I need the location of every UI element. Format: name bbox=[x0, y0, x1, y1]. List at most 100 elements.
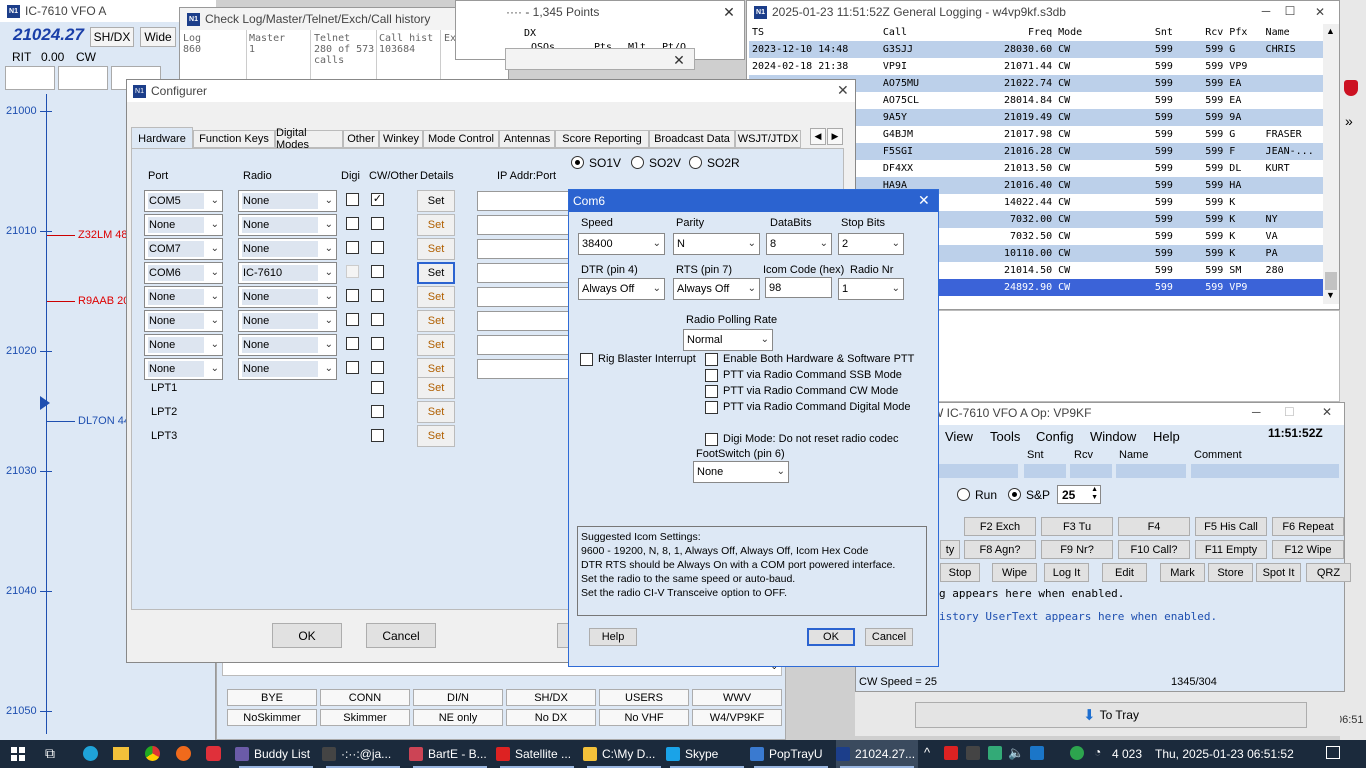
taskbar-app[interactable]: Skype bbox=[666, 740, 748, 768]
tab-antennas[interactable]: Antennas bbox=[499, 130, 555, 148]
menu-view[interactable]: View bbox=[945, 429, 973, 444]
cluster-command-button[interactable]: DI/N bbox=[413, 689, 503, 706]
so-radio[interactable] bbox=[631, 156, 644, 169]
fkey-button[interactable]: F9 Nr? bbox=[1041, 540, 1113, 559]
radio-select[interactable]: None ⌄ bbox=[238, 214, 337, 236]
table-header[interactable]: Name bbox=[1263, 24, 1323, 41]
details-set-button[interactable]: Set bbox=[417, 214, 455, 236]
so-radio[interactable] bbox=[689, 156, 702, 169]
fkey-button[interactable]: F3 Tu bbox=[1041, 517, 1113, 536]
firefox-icon[interactable] bbox=[176, 746, 191, 761]
taskbar-app[interactable]: PopTrayU bbox=[750, 740, 832, 768]
radio-select[interactable]: None ⌄ bbox=[238, 358, 337, 380]
cw-other-checkbox[interactable] bbox=[371, 381, 384, 394]
maximize-icon[interactable]: ☐ bbox=[1284, 405, 1295, 419]
sp-radio[interactable] bbox=[1008, 488, 1021, 501]
action-button[interactable]: Spot It bbox=[1256, 563, 1301, 582]
port-select[interactable]: None ⌄ bbox=[144, 358, 223, 380]
port-select[interactable]: None ⌄ bbox=[144, 310, 223, 332]
menu-tools[interactable]: Tools bbox=[990, 429, 1020, 444]
digi-checkbox[interactable] bbox=[346, 337, 359, 350]
cluster-command-button[interactable]: USERS bbox=[599, 689, 689, 706]
tray-app-icon[interactable] bbox=[988, 746, 1002, 760]
vfo-marker-icon[interactable] bbox=[40, 396, 50, 410]
wifi-icon[interactable]: ◔ bbox=[1094, 745, 1101, 759]
to-tray-button[interactable]: ⬇ To Tray bbox=[915, 702, 1307, 728]
cw-other-checkbox[interactable]: ✓ bbox=[371, 193, 384, 206]
taskbar-app[interactable]: Buddy List bbox=[235, 740, 317, 768]
databits-select[interactable]: 8 ⌄ bbox=[766, 233, 832, 255]
close-icon[interactable]: ✕ bbox=[837, 82, 849, 99]
table-header[interactable]: Pfx bbox=[1226, 24, 1262, 41]
action-button[interactable]: Stop bbox=[940, 563, 980, 582]
com6-cancel-button[interactable]: Cancel bbox=[865, 628, 913, 646]
cw-other-checkbox[interactable] bbox=[371, 337, 384, 350]
so-radio[interactable] bbox=[571, 156, 584, 169]
tab-mode-control[interactable]: Mode Control bbox=[423, 130, 499, 148]
radio-select[interactable]: IC-7610 ⌄ bbox=[238, 262, 337, 284]
taskbar-app[interactable]: 21024.27... bbox=[836, 740, 918, 768]
fkey-button[interactable]: F12 Wipe bbox=[1272, 540, 1344, 559]
cluster-command-button[interactable]: No VHF bbox=[599, 709, 689, 726]
fkey-button[interactable]: F6 Repeat bbox=[1272, 517, 1344, 536]
taskbar-app[interactable]: ·:··:@ja... bbox=[322, 740, 404, 768]
cw-other-checkbox[interactable] bbox=[371, 241, 384, 254]
vfo-memory-box-1[interactable] bbox=[5, 66, 55, 90]
com6-ok-button[interactable]: OK bbox=[807, 628, 855, 646]
details-set-button[interactable]: Set bbox=[417, 190, 455, 212]
radio-select[interactable]: None ⌄ bbox=[238, 238, 337, 260]
port-select[interactable]: COM5 ⌄ bbox=[144, 190, 223, 212]
tab-broadcast-data[interactable]: Broadcast Data bbox=[649, 130, 735, 148]
digi-checkbox[interactable] bbox=[346, 313, 359, 326]
rts-select[interactable]: Always Off ⌄ bbox=[673, 278, 760, 300]
table-header[interactable]: Freq bbox=[977, 24, 1056, 41]
menu-window[interactable]: Window bbox=[1090, 429, 1136, 444]
cluster-command-button[interactable]: No DX bbox=[506, 709, 596, 726]
radio-select[interactable]: None ⌄ bbox=[238, 190, 337, 212]
tab-score-reporting[interactable]: Score Reporting bbox=[555, 130, 649, 148]
port-select[interactable]: None ⌄ bbox=[144, 214, 223, 236]
tray-app-icon[interactable] bbox=[966, 746, 980, 760]
fkey-button[interactable]: F2 Exch bbox=[964, 517, 1036, 536]
menu-help[interactable]: Help bbox=[1153, 429, 1180, 444]
edge-browser-icon[interactable] bbox=[83, 746, 98, 761]
cluster-command-button[interactable]: CONN bbox=[320, 689, 410, 706]
tab-hardware[interactable]: Hardware bbox=[131, 127, 193, 149]
scroll-up-icon[interactable]: ▲ bbox=[1326, 26, 1335, 36]
tray-app-icon[interactable] bbox=[944, 746, 958, 760]
minimize-icon[interactable]: ─ bbox=[1252, 405, 1261, 419]
details-set-button[interactable]: Set bbox=[417, 238, 455, 260]
port-select[interactable]: COM7 ⌄ bbox=[144, 238, 223, 260]
port-select[interactable]: COM6 ⌄ bbox=[144, 262, 223, 284]
ip-address-input[interactable] bbox=[477, 287, 577, 307]
run-radio[interactable] bbox=[957, 488, 970, 501]
tab-other[interactable]: Other bbox=[343, 130, 379, 148]
configurer-cancel-button[interactable]: Cancel bbox=[366, 623, 436, 648]
fkey-button[interactable]: F5 His Call bbox=[1195, 517, 1267, 536]
fkey-button[interactable]: F8 Agn? bbox=[964, 540, 1036, 559]
parity-select[interactable]: N ⌄ bbox=[673, 233, 760, 255]
wide-button[interactable]: Wide bbox=[140, 27, 176, 47]
taskbar-app[interactable]: BartE - B... bbox=[409, 740, 491, 768]
tab-digital-modes[interactable]: Digital Modes bbox=[275, 127, 343, 151]
shdx-button[interactable]: SH/DX bbox=[90, 27, 134, 47]
taskbar-app[interactable]: C:\My D... bbox=[583, 740, 665, 768]
cw-other-checkbox[interactable] bbox=[371, 265, 384, 278]
footswitch-select[interactable]: None ⌄ bbox=[693, 461, 789, 483]
table-header[interactable]: TS bbox=[749, 24, 880, 41]
tab-wsjt-jtdx[interactable]: WSJT/JTDX bbox=[735, 130, 801, 148]
details-set-button[interactable]: Set bbox=[417, 377, 455, 399]
ip-address-input[interactable] bbox=[477, 239, 577, 259]
digi-checkbox[interactable] bbox=[346, 193, 359, 206]
digi-checkbox[interactable] bbox=[346, 265, 359, 278]
taskbar-app[interactable]: Satellite ... bbox=[496, 740, 578, 768]
file-explorer-icon[interactable] bbox=[113, 747, 129, 760]
ip-address-input[interactable] bbox=[477, 311, 577, 331]
table-row[interactable]: 2024-02-18 21:38 VP9I 21071.44 CW 599 599 VP9 bbox=[749, 58, 1323, 75]
polling-select[interactable]: Normal ⌄ bbox=[683, 329, 773, 351]
action-button[interactable]: Store bbox=[1208, 563, 1253, 582]
cluster-command-button[interactable]: BYE bbox=[227, 689, 317, 706]
ptt-option-checkbox[interactable] bbox=[705, 353, 718, 366]
system-clock[interactable]: Thu, 2025-01-23 06:51:52 bbox=[1155, 747, 1294, 761]
cluster-command-button[interactable]: Skimmer bbox=[320, 709, 410, 726]
